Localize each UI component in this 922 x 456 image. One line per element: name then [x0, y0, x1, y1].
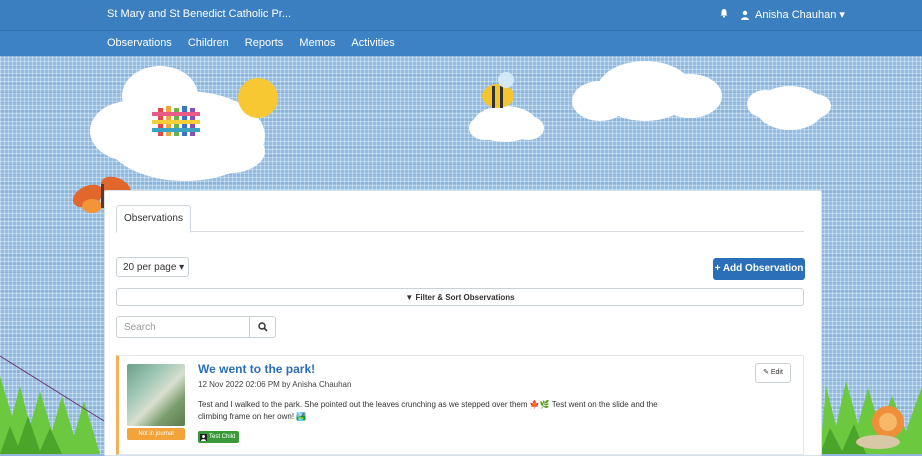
- top-navbar: St Mary and St Benedict Catholic Pr... A…: [0, 0, 922, 56]
- child-icon: [200, 433, 207, 441]
- cloud-small: [747, 86, 831, 130]
- bell-icon[interactable]: [719, 8, 729, 18]
- observation-photo[interactable]: [127, 364, 185, 426]
- nav-reports[interactable]: Reports: [245, 37, 284, 49]
- cloud-large: [572, 61, 722, 121]
- edit-button[interactable]: ✎ Edit: [755, 363, 791, 383]
- filter-sort-bar[interactable]: ▼ Filter & Sort Observations: [116, 288, 804, 306]
- main-nav: Observations Children Reports Memos Acti…: [107, 37, 395, 49]
- observation-meta: 12 Nov 2022 02:06 PM by Anisha Chauhan: [198, 380, 352, 389]
- search-button[interactable]: [249, 317, 276, 337]
- journal-status-badge: Not in journal: [127, 428, 185, 440]
- logo-cloud: [90, 66, 278, 181]
- user-icon: [741, 10, 749, 20]
- nav-activities[interactable]: Activities: [351, 37, 394, 49]
- observation-title[interactable]: We went to the park!: [198, 362, 315, 376]
- per-page-dropdown[interactable]: 20 per page ▾: [116, 257, 189, 277]
- tab-divider: [116, 231, 804, 232]
- bee-cloud: [469, 72, 544, 142]
- child-tag[interactable]: Test Child: [198, 431, 240, 443]
- child-tag-label: Test Child: [209, 434, 236, 440]
- nav-memos[interactable]: Memos: [299, 37, 335, 49]
- observations-panel: Observations 20 per page ▾ + Add Observa…: [104, 190, 822, 456]
- nav-children[interactable]: Children: [188, 37, 229, 49]
- tab-observations[interactable]: Observations: [116, 205, 191, 233]
- add-observation-button[interactable]: + Add Observation: [713, 258, 805, 280]
- observation-body: Test and I walked to the park. She point…: [198, 400, 658, 421]
- user-menu[interactable]: Anisha Chauhan ▾: [740, 8, 845, 21]
- observation-card: Not in journal We went to the park! 12 N…: [116, 355, 804, 455]
- nav-observations[interactable]: Observations: [107, 37, 172, 49]
- school-name[interactable]: St Mary and St Benedict Catholic Pr...: [107, 8, 291, 20]
- search-box: [116, 316, 276, 338]
- user-name: Anisha Chauhan ▾: [755, 9, 845, 21]
- search-input[interactable]: [117, 317, 249, 337]
- search-icon: [258, 322, 268, 332]
- school-logo-icon: [152, 106, 200, 136]
